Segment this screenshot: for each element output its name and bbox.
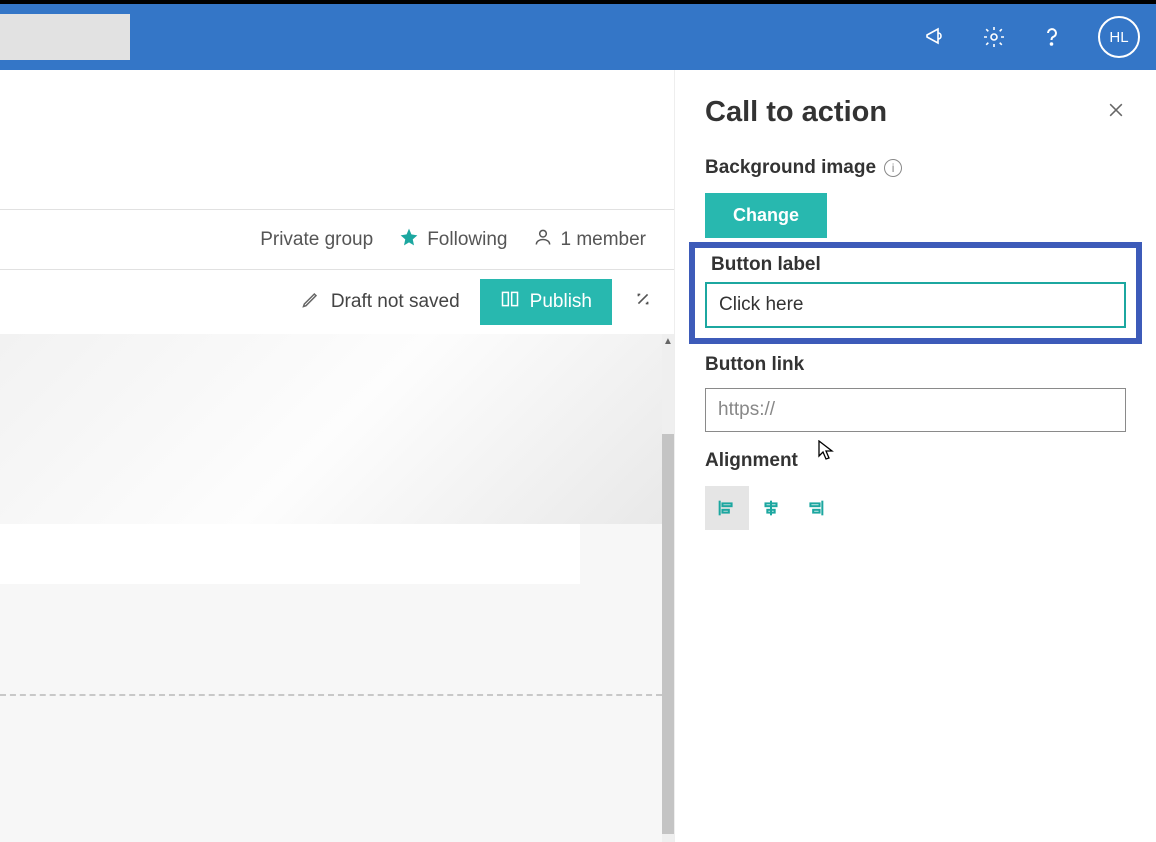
- members-count[interactable]: 1 member: [533, 227, 646, 253]
- button-label-label: Button label: [705, 254, 1126, 276]
- app-launcher-placeholder[interactable]: [0, 14, 130, 60]
- change-button[interactable]: Change: [705, 193, 827, 238]
- hero-header: [0, 70, 674, 210]
- scroll-up-icon[interactable]: ▲: [662, 334, 674, 348]
- draft-status: Draft not saved: [301, 289, 460, 315]
- content-canvas[interactable]: ▲: [0, 334, 674, 842]
- person-icon: [533, 227, 553, 253]
- background-image-label: Background image i: [705, 157, 1126, 179]
- site-privacy: Private group: [260, 229, 373, 251]
- following-label: Following: [427, 229, 507, 251]
- scrollbar-thumb[interactable]: [662, 434, 674, 834]
- gear-icon[interactable]: [982, 25, 1006, 49]
- canvas-section: [0, 524, 580, 584]
- property-panel: Call to action Background image i Change…: [674, 70, 1156, 842]
- expand-icon[interactable]: [632, 288, 654, 316]
- site-meta: Private group Following 1 member: [0, 210, 674, 270]
- alignment-label: Alignment: [705, 450, 1126, 472]
- pencil-icon: [301, 289, 321, 315]
- main-area: Private group Following 1 member Draft n…: [0, 70, 1156, 842]
- suite-bar: HL: [0, 4, 1156, 70]
- button-link-label: Button link: [705, 354, 1126, 376]
- button-label-input[interactable]: [705, 282, 1126, 328]
- suite-right-controls: HL: [924, 16, 1140, 58]
- close-button[interactable]: [1106, 100, 1126, 126]
- align-right-button[interactable]: [793, 486, 837, 530]
- book-icon: [500, 289, 520, 315]
- draft-status-text: Draft not saved: [331, 291, 460, 313]
- info-icon[interactable]: i: [884, 159, 902, 177]
- align-left-button[interactable]: [705, 486, 749, 530]
- panel-title: Call to action: [705, 96, 887, 129]
- align-center-button[interactable]: [749, 486, 793, 530]
- star-icon: [399, 227, 419, 253]
- publish-button[interactable]: Publish: [480, 279, 612, 325]
- following-toggle[interactable]: Following: [399, 227, 507, 253]
- members-label: 1 member: [560, 229, 646, 251]
- section-divider: [0, 694, 662, 696]
- publish-label: Publish: [530, 291, 592, 313]
- close-icon: [1106, 100, 1126, 125]
- avatar-initials: HL: [1109, 29, 1128, 46]
- avatar[interactable]: HL: [1098, 16, 1140, 58]
- background-image-label-text: Background image: [705, 157, 876, 179]
- button-link-input[interactable]: [705, 388, 1126, 432]
- hero-background: [0, 334, 674, 524]
- megaphone-icon[interactable]: [924, 25, 948, 49]
- panel-header: Call to action: [705, 96, 1126, 129]
- command-bar: Draft not saved Publish: [0, 270, 674, 334]
- left-pane: Private group Following 1 member Draft n…: [0, 70, 674, 842]
- button-label-highlight: Button label: [689, 242, 1142, 344]
- alignment-options: [705, 486, 1126, 530]
- help-icon[interactable]: [1040, 25, 1064, 49]
